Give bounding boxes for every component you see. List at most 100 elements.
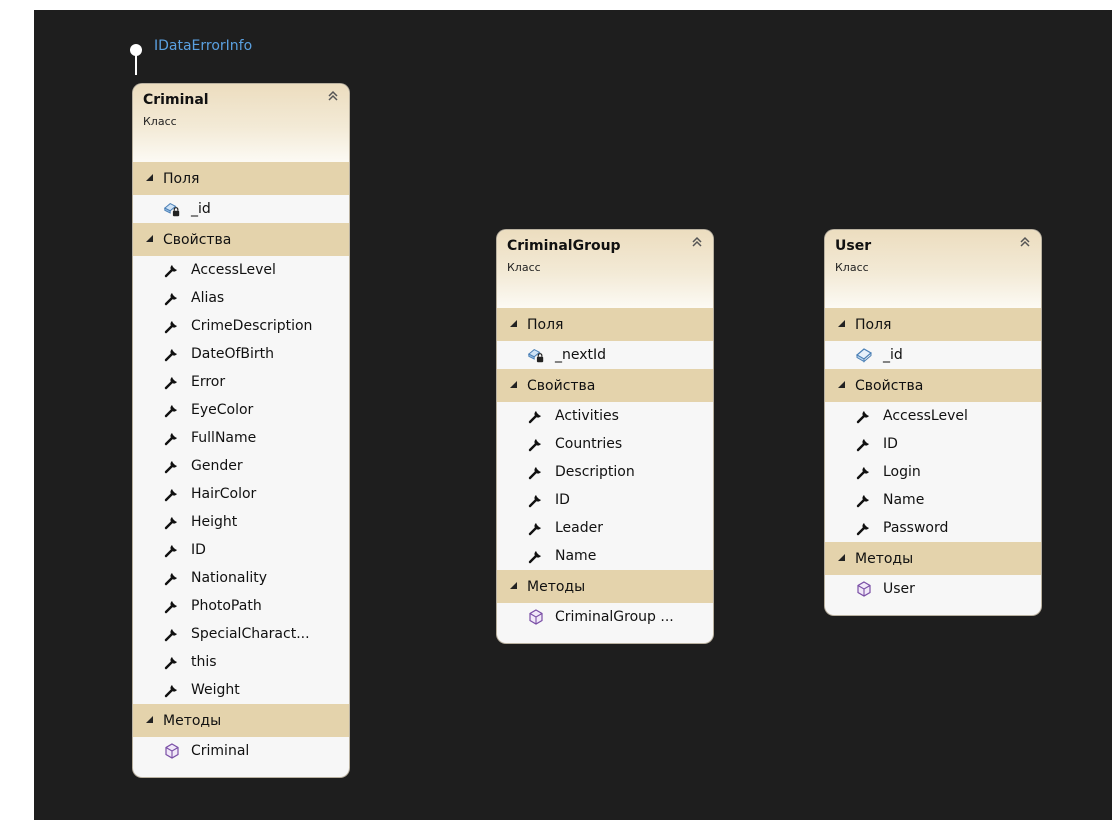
section-title: Поля (855, 316, 892, 333)
property-wrench-icon (163, 261, 181, 279)
class-box-user[interactable]: User Класс Поля _id Свойства AccessLevel ID Log… (825, 230, 1041, 615)
member-item[interactable]: CriminalGroup ... (497, 603, 713, 631)
property-wrench-icon (527, 407, 545, 425)
member-item[interactable]: Name (825, 486, 1041, 514)
collapse-chevron-icon[interactable] (327, 90, 339, 106)
section-title: Методы (527, 578, 586, 595)
member-item[interactable]: Activities (497, 402, 713, 430)
box-bottom-padding (825, 603, 1041, 615)
member-item[interactable]: Error (133, 368, 349, 396)
member-item[interactable]: this (133, 648, 349, 676)
property-wrench-icon (855, 519, 873, 537)
section-header[interactable]: Методы (133, 704, 349, 737)
member-label: Gender (191, 458, 243, 474)
member-item[interactable]: AccessLevel (825, 402, 1041, 430)
section-header[interactable]: Поля (133, 162, 349, 195)
member-label: Name (555, 548, 597, 564)
section-header[interactable]: Методы (825, 542, 1041, 575)
member-item[interactable]: _id (133, 195, 349, 223)
member-item[interactable]: Leader (497, 514, 713, 542)
interface-connector-line (135, 55, 137, 75)
class-kind-label: Класс (143, 115, 177, 128)
class-header[interactable]: Criminal Класс (133, 84, 349, 162)
member-item[interactable]: Height (133, 508, 349, 536)
section-header[interactable]: Методы (497, 570, 713, 603)
member-item[interactable]: ID (825, 430, 1041, 458)
member-item[interactable]: FullName (133, 424, 349, 452)
property-wrench-icon (163, 541, 181, 559)
frame-left-edge (0, 0, 34, 820)
member-label: CriminalGroup ... (555, 609, 674, 625)
member-label: this (191, 654, 217, 670)
class-kind-label: Класс (835, 261, 869, 274)
member-label: _nextId (555, 347, 607, 363)
property-wrench-icon (163, 373, 181, 391)
member-label: Countries (555, 436, 623, 452)
class-header[interactable]: CriminalGroup Класс (497, 230, 713, 308)
member-item[interactable]: _nextId (497, 341, 713, 369)
frame-top-edge (0, 0, 1112, 10)
property-wrench-icon (855, 435, 873, 453)
section-header[interactable]: Поля (497, 308, 713, 341)
member-item[interactable]: ID (497, 486, 713, 514)
method-cube-icon (855, 580, 873, 598)
member-item[interactable]: Description (497, 458, 713, 486)
section-title: Поля (163, 170, 200, 187)
member-item[interactable]: DateOfBirth (133, 340, 349, 368)
member-item[interactable]: HairColor (133, 480, 349, 508)
property-wrench-icon (527, 435, 545, 453)
member-item[interactable]: AccessLevel (133, 256, 349, 284)
member-item[interactable]: Nationality (133, 564, 349, 592)
section-header[interactable]: Поля (825, 308, 1041, 341)
expand-triangle-icon (509, 319, 518, 331)
member-label: ID (555, 492, 570, 508)
member-item[interactable]: Criminal (133, 737, 349, 765)
member-item[interactable]: User (825, 575, 1041, 603)
property-wrench-icon (527, 491, 545, 509)
member-label: User (883, 581, 915, 597)
member-label: ID (883, 436, 898, 452)
section-header[interactable]: Свойства (133, 223, 349, 256)
property-wrench-icon (163, 485, 181, 503)
member-label: Activities (555, 408, 619, 424)
class-box-criminalgroup[interactable]: CriminalGroup Класс Поля _nextId Свойства Act… (497, 230, 713, 643)
member-item[interactable]: Alias (133, 284, 349, 312)
property-wrench-icon (163, 429, 181, 447)
expand-triangle-icon (509, 581, 518, 593)
section-title: Свойства (855, 377, 924, 394)
member-item[interactable]: Gender (133, 452, 349, 480)
member-item[interactable]: Name (497, 542, 713, 570)
expand-triangle-icon (145, 173, 154, 185)
member-item[interactable]: Weight (133, 676, 349, 704)
property-wrench-icon (527, 547, 545, 565)
property-wrench-icon (855, 463, 873, 481)
interface-label: IDataErrorInfo (154, 38, 253, 54)
member-item[interactable]: PhotoPath (133, 592, 349, 620)
member-item[interactable]: EyeColor (133, 396, 349, 424)
expand-triangle-icon (509, 380, 518, 392)
member-item[interactable]: Countries (497, 430, 713, 458)
member-label: Criminal (191, 743, 250, 759)
box-bottom-padding (497, 631, 713, 643)
collapse-chevron-icon[interactable] (691, 236, 703, 252)
section-header[interactable]: Свойства (825, 369, 1041, 402)
member-item[interactable]: CrimeDescription (133, 312, 349, 340)
member-item[interactable]: Password (825, 514, 1041, 542)
member-label: PhotoPath (191, 598, 262, 614)
member-item[interactable]: Login (825, 458, 1041, 486)
member-item[interactable]: ID (133, 536, 349, 564)
member-label: _id (191, 201, 211, 217)
property-wrench-icon (163, 653, 181, 671)
class-header[interactable]: User Класс (825, 230, 1041, 308)
section-header[interactable]: Свойства (497, 369, 713, 402)
member-label: AccessLevel (883, 408, 968, 424)
class-box-criminal[interactable]: Criminal Класс Поля _id Свойства AccessLevel A… (133, 84, 349, 777)
class-name: User (835, 238, 872, 254)
field-icon (855, 346, 873, 364)
section-title: Свойства (163, 231, 232, 248)
collapse-chevron-icon[interactable] (1019, 236, 1031, 252)
member-item[interactable]: _id (825, 341, 1041, 369)
member-label: FullName (191, 430, 257, 446)
member-item[interactable]: SpecialCharact... (133, 620, 349, 648)
property-wrench-icon (163, 317, 181, 335)
